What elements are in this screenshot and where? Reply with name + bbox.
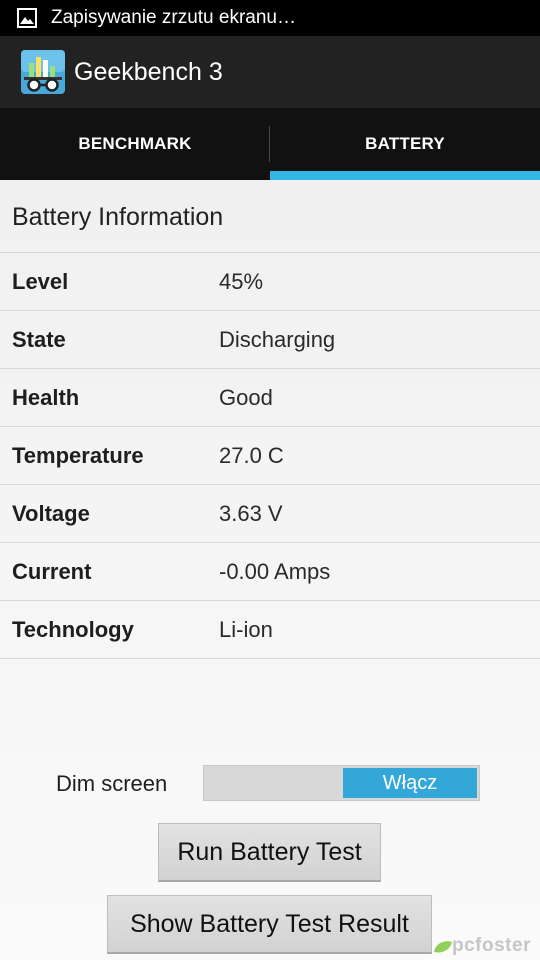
tab-benchmark[interactable]: BENCHMARK bbox=[0, 108, 270, 180]
info-row-current: Current -0.00 Amps bbox=[0, 543, 540, 600]
row-value: Good bbox=[219, 385, 273, 410]
row-value: Li-ion bbox=[219, 617, 273, 642]
section-title: Battery Information bbox=[12, 203, 224, 231]
info-row-level: Level 45% bbox=[0, 253, 540, 310]
tab-bar: BENCHMARK BATTERY bbox=[0, 108, 540, 180]
watermark-text: pcfoster bbox=[452, 935, 531, 956]
run-battery-test-button[interactable]: Run Battery Test bbox=[158, 823, 381, 882]
dim-screen-toggle[interactable]: Włącz bbox=[203, 765, 480, 801]
row-label: Current bbox=[12, 559, 92, 584]
tab-battery-label: BATTERY bbox=[365, 134, 445, 153]
app-title: Geekbench 3 bbox=[74, 58, 223, 86]
battery-content: Battery Information Level 45% State Disc… bbox=[0, 180, 540, 960]
status-notification-text: Zapisywanie zrzutu ekranu… bbox=[51, 7, 296, 28]
info-row-temperature: Temperature 27.0 C bbox=[0, 427, 540, 484]
watermark: pcfoster bbox=[432, 934, 538, 958]
row-label: State bbox=[12, 327, 66, 352]
row-label: Voltage bbox=[12, 501, 90, 526]
leaf-icon bbox=[434, 941, 452, 953]
geekbench-icon[interactable] bbox=[20, 49, 66, 95]
info-row-state: State Discharging bbox=[0, 311, 540, 368]
tab-battery[interactable]: BATTERY bbox=[270, 108, 540, 180]
row-label: Level bbox=[12, 269, 69, 294]
dim-screen-label: Dim screen bbox=[56, 771, 168, 796]
row-value: -0.00 Amps bbox=[219, 559, 331, 584]
row-label: Temperature bbox=[12, 443, 144, 468]
image-icon bbox=[17, 8, 37, 28]
row-value: Discharging bbox=[219, 327, 336, 352]
action-bar: Geekbench 3 bbox=[0, 36, 540, 108]
row-value: 3.63 V bbox=[219, 501, 283, 526]
tab-benchmark-label: BENCHMARK bbox=[78, 134, 192, 153]
info-row-health: Health Good bbox=[0, 369, 540, 426]
info-row-technology: Technology Li-ion bbox=[0, 601, 540, 658]
row-label: Technology bbox=[12, 617, 134, 642]
row-value: 45% bbox=[219, 269, 264, 294]
selected-tab-indicator bbox=[270, 171, 540, 180]
dim-screen-toggle-on: Włącz bbox=[343, 768, 477, 798]
row-divider bbox=[0, 658, 540, 659]
show-battery-test-result-button[interactable]: Show Battery Test Result bbox=[107, 895, 432, 954]
row-label: Health bbox=[12, 385, 80, 410]
status-bar: Zapisywanie zrzutu ekranu… bbox=[0, 0, 540, 36]
row-value: 27.0 C bbox=[219, 443, 284, 468]
info-row-voltage: Voltage 3.63 V bbox=[0, 485, 540, 542]
